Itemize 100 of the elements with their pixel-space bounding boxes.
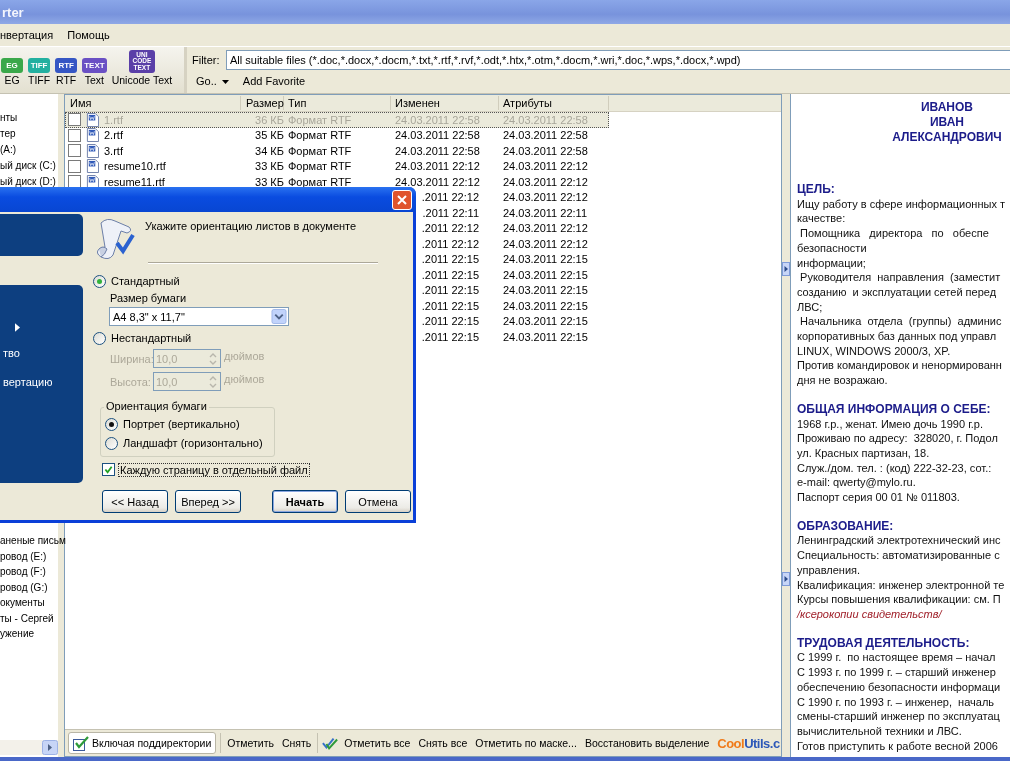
radio-option[interactable]: Портрет (вертикально) <box>105 417 274 431</box>
group-title: Ориентация бумаги <box>104 400 209 412</box>
preview-line: Против командировок и ненормированн <box>797 358 1003 374</box>
file-row[interactable]: 2.rtf 35 КБ Формат RTF 24.03.2011 22:58 24.03.2011 22:58 <box>65 127 609 143</box>
table-cell: Формат RTF <box>288 144 352 157</box>
table-cell: .2011 22:15 <box>421 299 479 312</box>
checkbox-option[interactable]: Каждую страницу в отдельный файл <box>102 463 309 476</box>
side-step[interactable]: вертацию <box>0 376 53 405</box>
section-heading: ЦЕЛЬ: <box>797 182 836 197</box>
table-cell: .2011 22:12 <box>421 191 479 204</box>
tree-item[interactable]: ровод (E:) <box>0 548 47 564</box>
side-step[interactable]: тво <box>0 347 20 376</box>
radio-option[interactable]: Стандартный <box>93 274 180 288</box>
filter-field[interactable]: All suitable files (*.doc,*.docx,*.docm,*.txt,*.rtf,*.rvf,*.odt,*.htx,*.otm,*.docm,*.wri,*.doc,*.wps,*.docx,*.wpd) <box>226 49 1010 70</box>
paper-size-dropdown[interactable]: A4 8,3" x 11,7" <box>109 307 289 326</box>
table-cell: .2011 22:12 <box>421 222 479 235</box>
file-name: resume10.rtf <box>104 160 166 173</box>
table-cell: 33 КБ <box>255 175 284 188</box>
radio-option[interactable]: Ландшафт (горизонтально) <box>105 436 274 450</box>
toolbar-button[interactable]: Восстановить выделение <box>582 737 712 749</box>
tree-item[interactable]: ровод (G:) <box>0 579 48 595</box>
horizontal-scrollbar[interactable] <box>0 740 58 755</box>
tree-item[interactable]: нты <box>0 110 18 126</box>
close-button[interactable] <box>392 189 412 210</box>
scroll-right-icon[interactable] <box>42 740 58 755</box>
add-favorite-button[interactable]: Add Favorite <box>238 74 310 87</box>
resume-name: АЛЕКСАНДРОВИЧ <box>891 130 1003 145</box>
radio-option[interactable]: Нестандартный <box>93 331 192 345</box>
checkbox[interactable] <box>68 159 81 173</box>
section-heading: ТРУДОВАЯ ДЕЯТЕЛЬНОСТЬ: <box>797 635 971 651</box>
table-cell: 24.03.2011 22:12 <box>395 160 480 173</box>
preview-line: Ленинградский электротехнический инс <box>797 533 1002 549</box>
tree-item[interactable]: ужение <box>0 626 35 642</box>
section-heading: ОБРАЗОВАНИЕ: <box>797 518 895 534</box>
logo: CoolUtils.c <box>717 735 780 751</box>
tree-item[interactable]: тер <box>0 126 16 142</box>
preview-line: LINUX, WINDOWS 2000/3, XP. <box>797 343 952 359</box>
table-cell: 24.03.2011 22:15 <box>503 299 588 312</box>
file-row[interactable]: 3.rtf 34 КБ Формат RTF 24.03.2011 22:58 24.03.2011 22:58 <box>65 143 609 159</box>
column-header[interactable]: Тип <box>284 96 391 110</box>
tree-item[interactable]: ровод (F:) <box>0 564 46 580</box>
column-header[interactable]: Имя <box>65 96 241 110</box>
preview-line: управления. <box>797 562 862 578</box>
dialog-button[interactable]: Начать <box>272 490 338 513</box>
table-cell: 24.03.2011 22:58 <box>503 129 588 142</box>
preview-line: С 1999 г. по настоящее время – начал <box>797 650 997 666</box>
dialog-button[interactable]: << Назад <box>102 490 168 513</box>
table-cell: 36 КБ <box>255 113 284 126</box>
preview-line: информации; <box>797 255 867 271</box>
tree-item[interactable]: окументы <box>0 595 45 611</box>
tree-item[interactable]: (A:) <box>0 142 17 158</box>
tree-item[interactable]: ты - Сергей <box>0 610 54 626</box>
table-cell: 24.03.2011 22:12 <box>503 191 588 204</box>
preview-line: Специальность: автоматизированные с <box>797 548 1001 563</box>
column-header[interactable]: Изменен <box>391 96 499 110</box>
preview-line: /ксерокопии свидетельств/ <box>797 607 944 622</box>
tree-item[interactable]: ый диск (D:) <box>0 174 56 190</box>
table-cell: 34 КБ <box>255 144 284 157</box>
table-cell: 24.03.2011 22:58 <box>503 144 588 157</box>
file-row[interactable]: resume10.rtf 33 КБ Формат RTF 24.03.2011 22:12 24.03.2011 22:12 <box>65 158 609 174</box>
field-label: Размер бумаги <box>110 292 187 304</box>
tree-item[interactable]: ый диск (C:) <box>0 158 56 174</box>
submenu-arrow-icon[interactable] <box>15 323 20 332</box>
check-icon <box>104 465 113 474</box>
table-cell: .2011 22:15 <box>421 315 479 328</box>
preview-line: Начальника отдела (группы) админис <box>799 314 1003 330</box>
preview-line: безопасности <box>797 240 868 256</box>
toolbar-button[interactable]: Снять все <box>416 737 470 749</box>
close-icon <box>396 193 408 206</box>
preview-line: e-mail: qwerty@mylo.ru. <box>797 475 917 491</box>
checkbox[interactable] <box>68 128 81 142</box>
dialog-button[interactable]: Отмена <box>345 490 411 513</box>
table-cell: 24.03.2011 22:15 <box>503 284 588 297</box>
include-subdirectories-button[interactable]: Включая поддиректории <box>68 732 217 754</box>
preview-line: Служ./дом. тел. : (код) 222-32-23, сот.: <box>797 460 993 476</box>
filter-label: Filter: <box>192 53 220 66</box>
toolbar-button[interactable]: Отметить <box>225 737 276 749</box>
toolbar-button[interactable]: Отметить все <box>342 737 413 749</box>
double-check-icon[interactable] <box>322 735 339 751</box>
toolbar-button[interactable]: Отметить по маске... <box>473 737 579 749</box>
preview-line: корпоративных баз данных под управл <box>797 329 998 344</box>
checkbox[interactable] <box>68 113 81 127</box>
caret-icon <box>221 79 229 84</box>
tree-item[interactable]: аненые письм <box>0 533 66 549</box>
table-cell: 35 КБ <box>255 129 284 142</box>
table-cell: Формат RTF <box>288 175 352 188</box>
document-icon <box>86 159 99 174</box>
checkbox[interactable] <box>68 144 81 158</box>
table-cell: .2011 22:15 <box>421 284 479 297</box>
column-header[interactable]: Размер <box>241 96 284 110</box>
table-cell: 24.03.2011 22:12 <box>503 222 588 235</box>
preview-line: Ищу работу в сфере информационных т <box>797 196 1007 212</box>
menu-item[interactable]: нвертация <box>0 29 54 41</box>
go-button[interactable]: Go.. <box>192 74 233 87</box>
menu-item[interactable]: Помощь <box>67 29 110 41</box>
preview-line: С 1990 г. по 1993 г. – инженер, началь <box>797 694 996 710</box>
toolbar-button[interactable]: Снять <box>279 737 314 749</box>
dialog-button[interactable]: Вперед >> <box>175 490 241 513</box>
column-header[interactable]: Атрибуты <box>499 96 609 110</box>
preview-line: Помощника директора по обеспе <box>799 226 990 241</box>
